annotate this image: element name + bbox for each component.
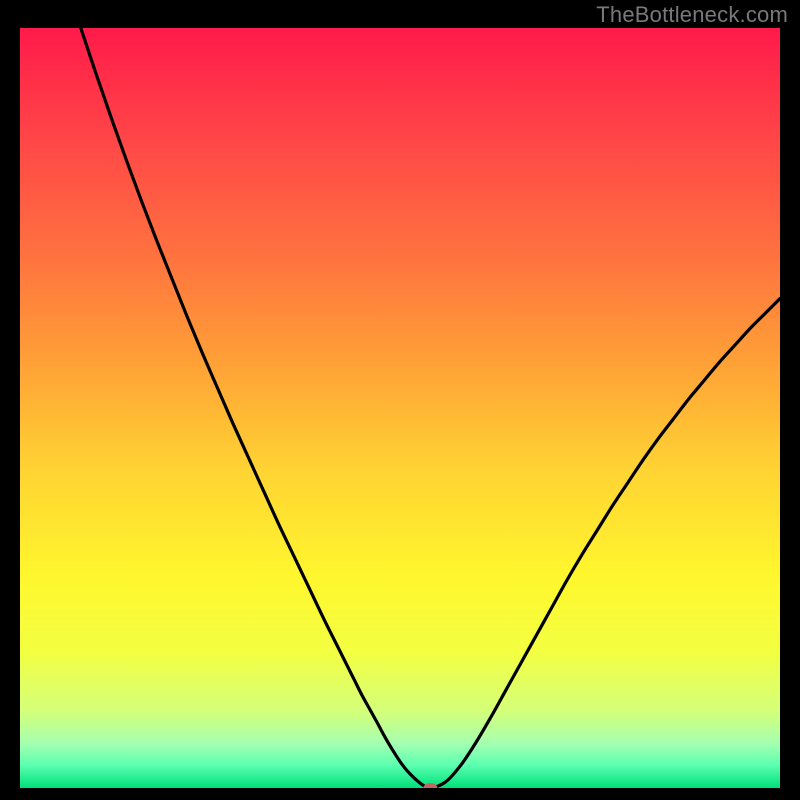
attribution-label: TheBottleneck.com xyxy=(596,2,788,28)
gradient-background xyxy=(20,28,780,788)
chart-canvas xyxy=(20,28,780,788)
